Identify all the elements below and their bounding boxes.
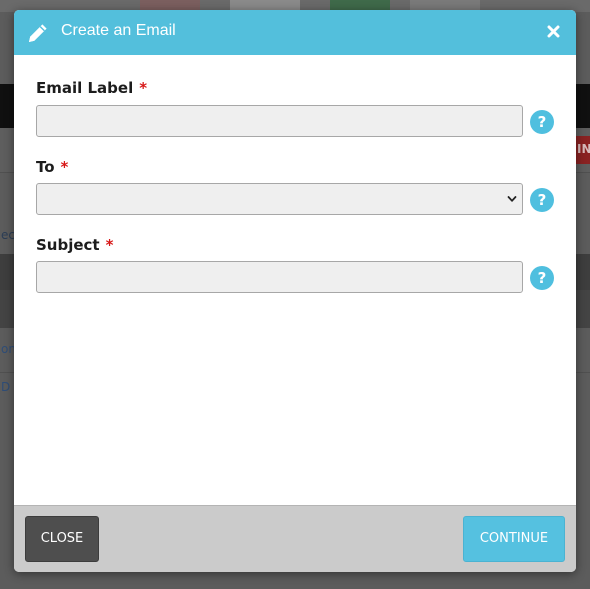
modal-footer: CLOSE CONTINUE bbox=[14, 505, 576, 572]
create-email-modal: Create an Email Email Label * ? To * ? Sub… bbox=[14, 10, 576, 572]
email-label-label: Email Label * bbox=[36, 79, 147, 97]
required-asterisk: * bbox=[105, 236, 114, 254]
continue-button[interactable]: CONTINUE bbox=[463, 516, 565, 562]
banner-graphic bbox=[330, 0, 390, 10]
subject-field[interactable] bbox=[37, 262, 522, 292]
chevron-down-icon bbox=[507, 196, 517, 202]
field-label-text: Subject bbox=[36, 236, 100, 254]
background-text: ec bbox=[1, 228, 15, 242]
to-label: To * bbox=[36, 158, 68, 176]
pencil-icon bbox=[29, 24, 47, 42]
required-asterisk: * bbox=[139, 79, 148, 97]
question-mark-icon[interactable]: ? bbox=[530, 188, 554, 212]
to-select[interactable] bbox=[36, 183, 523, 215]
banner-graphic bbox=[230, 0, 300, 10]
field-label-text: Email Label bbox=[36, 79, 134, 97]
subject-label: Subject * bbox=[36, 236, 113, 254]
field-label-text: To bbox=[36, 158, 55, 176]
modal-title: Create an Email bbox=[61, 22, 176, 39]
close-button[interactable]: CLOSE bbox=[25, 516, 99, 562]
question-mark-icon[interactable]: ? bbox=[530, 266, 554, 290]
close-icon[interactable] bbox=[547, 25, 560, 38]
email-label-field[interactable] bbox=[37, 106, 522, 136]
email-label-input[interactable] bbox=[36, 105, 523, 137]
modal-header: Create an Email bbox=[14, 10, 576, 55]
background-action-button: IN bbox=[576, 136, 590, 164]
banner-graphic bbox=[140, 0, 200, 10]
question-mark-icon[interactable]: ? bbox=[530, 110, 554, 134]
banner-graphic bbox=[410, 0, 480, 10]
required-asterisk: * bbox=[60, 158, 69, 176]
subject-input[interactable] bbox=[36, 261, 523, 293]
